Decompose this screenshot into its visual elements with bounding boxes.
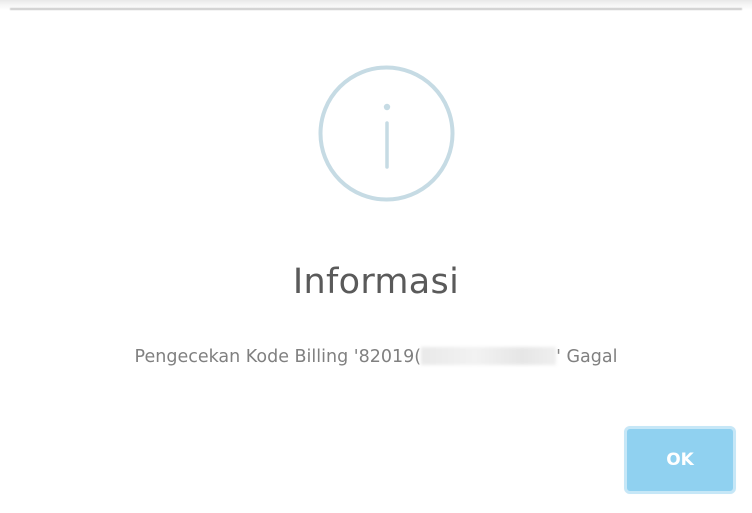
ok-button[interactable]: OK [624,426,736,494]
dialog-title: Informasi [292,262,460,302]
dialog-message: Pengecekan Kode Billing '82019( ' Gagal [0,347,752,367]
info-circle-icon [318,65,455,202]
message-suffix: ' Gagal [556,347,618,367]
info-dialog: Informasi Pengecekan Kode Billing '82019… [0,0,752,513]
message-prefix: Pengecekan Kode Billing '82019( [134,347,422,367]
redacted-billing-code [421,347,557,365]
